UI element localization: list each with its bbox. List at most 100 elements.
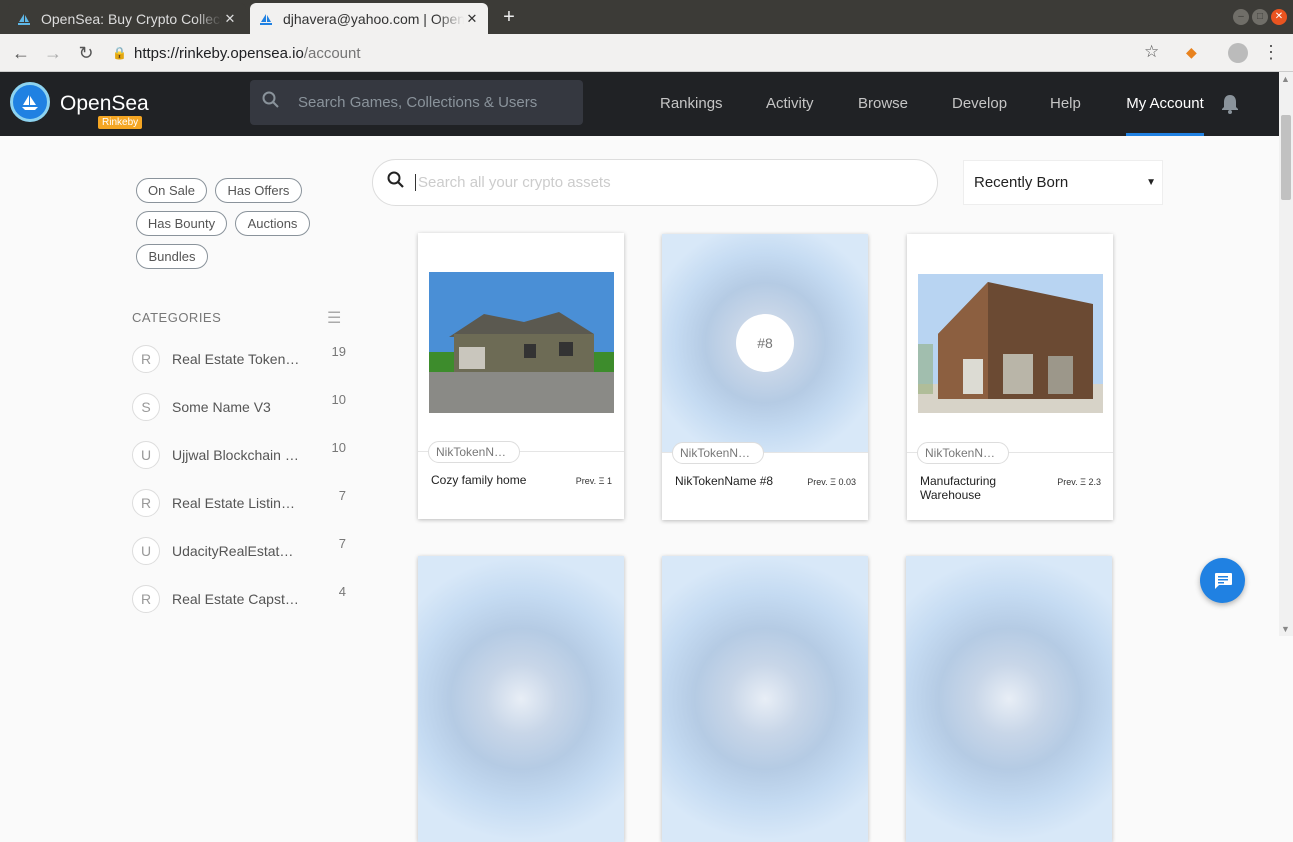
- category-count: 10: [331, 392, 346, 407]
- site-search-input[interactable]: Search Games, Collections & Users: [250, 80, 583, 125]
- category-count: 19: [331, 344, 346, 359]
- opensea-favicon-icon: [16, 11, 32, 27]
- category-item[interactable]: R Real Estate Listin… 7: [132, 488, 350, 518]
- list-view-icon[interactable]: ☰: [327, 308, 341, 328]
- category-count: 10: [331, 440, 346, 455]
- asset-card[interactable]: [662, 556, 868, 842]
- asset-card[interactable]: [906, 556, 1112, 842]
- close-tab-icon[interactable]: ✕: [464, 11, 480, 27]
- site-search-placeholder: Search Games, Collections & Users: [298, 94, 538, 111]
- minimize-window-icon[interactable]: –: [1233, 9, 1249, 25]
- reload-icon[interactable]: ↻: [75, 42, 97, 64]
- category-avatar: U: [132, 441, 160, 469]
- token-placeholder-image: #8: [662, 234, 868, 452]
- category-item[interactable]: U UdacityRealEstat… 7: [132, 536, 350, 566]
- categories-title: CATEGORIES: [132, 310, 222, 325]
- site-header: OpenSea Rinkeby Search Games, Collection…: [0, 72, 1279, 136]
- token-number-badge: #8: [736, 314, 794, 372]
- category-avatar: S: [132, 393, 160, 421]
- filter-auctions[interactable]: Auctions: [235, 211, 310, 236]
- tab-label: djhavera@yahoo.com | OpenSea: [283, 10, 464, 27]
- browser-tab-opensea[interactable]: OpenSea: Buy Crypto Collectibles ✕: [8, 3, 246, 34]
- scroll-up-arrow-icon[interactable]: ▲: [1281, 74, 1290, 84]
- category-name: Real Estate Token…: [172, 351, 300, 367]
- filter-has-offers[interactable]: Has Offers: [215, 178, 302, 203]
- filter-has-bounty[interactable]: Has Bounty: [136, 211, 227, 236]
- browser-tab-account[interactable]: djhavera@yahoo.com | OpenSea ✕: [250, 3, 488, 34]
- asset-name: Manufacturing Warehouse: [920, 474, 997, 502]
- network-badge: Rinkeby: [98, 116, 143, 129]
- browser-toolbar: ← → ↻ 🔒 https://rinkeby.opensea.io/accou…: [0, 34, 1293, 72]
- scroll-down-arrow-icon[interactable]: ▼: [1281, 624, 1290, 634]
- page-scrollbar-thumb[interactable]: [1281, 115, 1291, 200]
- asset-name: Cozy family home: [431, 473, 527, 487]
- category-item[interactable]: U Ujjwal Blockchain … 10: [132, 440, 350, 470]
- forward-arrow-icon[interactable]: →: [42, 42, 64, 64]
- category-avatar: R: [132, 489, 160, 517]
- search-icon: [387, 171, 405, 194]
- back-arrow-icon[interactable]: ←: [10, 42, 32, 64]
- category-name: Ujjwal Blockchain …: [172, 447, 299, 463]
- close-tab-icon[interactable]: ✕: [222, 11, 238, 27]
- search-icon: [262, 91, 282, 114]
- category-count: 7: [338, 488, 346, 503]
- notification-bell-icon[interactable]: [1221, 94, 1239, 119]
- collection-chip[interactable]: NikTokenNa…: [672, 442, 764, 464]
- metamask-fox-icon[interactable]: ◆: [1186, 44, 1197, 61]
- chat-bubble-icon: [1214, 572, 1232, 589]
- nav-browse[interactable]: Browse: [858, 72, 908, 136]
- nav-develop[interactable]: Develop: [952, 72, 1007, 136]
- category-name: UdacityRealEstat…: [172, 543, 294, 559]
- asset-name: NikTokenName #8: [675, 474, 774, 488]
- category-item[interactable]: R Real Estate Token… 19: [132, 344, 350, 374]
- bookmark-star-icon[interactable]: ☆: [1144, 42, 1159, 62]
- barn-photo-image: [907, 234, 1113, 452]
- category-name: Real Estate Capst…: [172, 591, 299, 607]
- category-count: 7: [338, 536, 346, 551]
- asset-card[interactable]: #8 NikTokenNa… NikTokenName #8 Prev. Ξ 0…: [662, 234, 868, 520]
- nav-my-account[interactable]: My Account: [1126, 72, 1204, 136]
- browser-menu-icon[interactable]: ⋮: [1262, 42, 1280, 63]
- asset-card[interactable]: NikTokenNa… Manufacturing Warehouse Prev…: [907, 234, 1113, 520]
- maximize-window-icon[interactable]: □: [1252, 9, 1268, 25]
- asset-price: Prev. Ξ 2.3: [1057, 477, 1101, 487]
- category-avatar: U: [132, 537, 160, 565]
- browser-tab-strip: OpenSea: Buy Crypto Collectibles ✕ djhav…: [0, 0, 1293, 34]
- brand-name[interactable]: OpenSea: [60, 92, 149, 116]
- opensea-favicon-icon: [258, 11, 274, 27]
- url-host: https://rinkeby.opensea.io: [134, 44, 304, 62]
- asset-price: Prev. Ξ 0.03: [807, 477, 856, 487]
- dropdown-arrow-icon: ▼: [1146, 177, 1156, 188]
- asset-card[interactable]: [418, 556, 624, 842]
- asset-search-box[interactable]: [372, 159, 938, 206]
- asset-search-input[interactable]: [415, 174, 895, 191]
- url-path: /account: [303, 44, 361, 62]
- new-tab-button[interactable]: +: [498, 6, 520, 29]
- category-name: Real Estate Listin…: [172, 495, 295, 511]
- filter-on-sale[interactable]: On Sale: [136, 178, 207, 203]
- lock-icon: 🔒: [112, 46, 127, 60]
- category-avatar: R: [132, 585, 160, 613]
- chat-support-button[interactable]: [1200, 558, 1245, 603]
- filter-bundles[interactable]: Bundles: [136, 244, 208, 269]
- tab-label: OpenSea: Buy Crypto Collectibles: [41, 10, 222, 27]
- category-item[interactable]: R Real Estate Capst… 4: [132, 584, 350, 614]
- asset-price: Prev. Ξ 1: [575, 476, 612, 486]
- nav-help[interactable]: Help: [1050, 72, 1081, 136]
- profile-avatar-icon[interactable]: [1228, 43, 1248, 63]
- house-photo-image: [418, 233, 624, 451]
- collection-chip[interactable]: NikTokenNa…: [428, 441, 520, 463]
- sort-select[interactable]: Recently Born ▼: [963, 160, 1163, 205]
- sort-selected-value: Recently Born: [974, 174, 1069, 191]
- collection-chip[interactable]: NikTokenNa…: [917, 442, 1009, 464]
- address-bar[interactable]: 🔒 https://rinkeby.opensea.io/account: [112, 40, 1172, 66]
- category-name: Some Name V3: [172, 399, 271, 415]
- close-window-icon[interactable]: ✕: [1271, 9, 1287, 25]
- category-count: 4: [338, 584, 346, 599]
- asset-card[interactable]: NikTokenNa… Cozy family home Prev. Ξ 1: [418, 233, 624, 519]
- nav-rankings[interactable]: Rankings: [660, 72, 723, 136]
- opensea-logo-icon[interactable]: [10, 82, 50, 122]
- nav-activity[interactable]: Activity: [766, 72, 814, 136]
- category-avatar: R: [132, 345, 160, 373]
- category-item[interactable]: S Some Name V3 10: [132, 392, 350, 422]
